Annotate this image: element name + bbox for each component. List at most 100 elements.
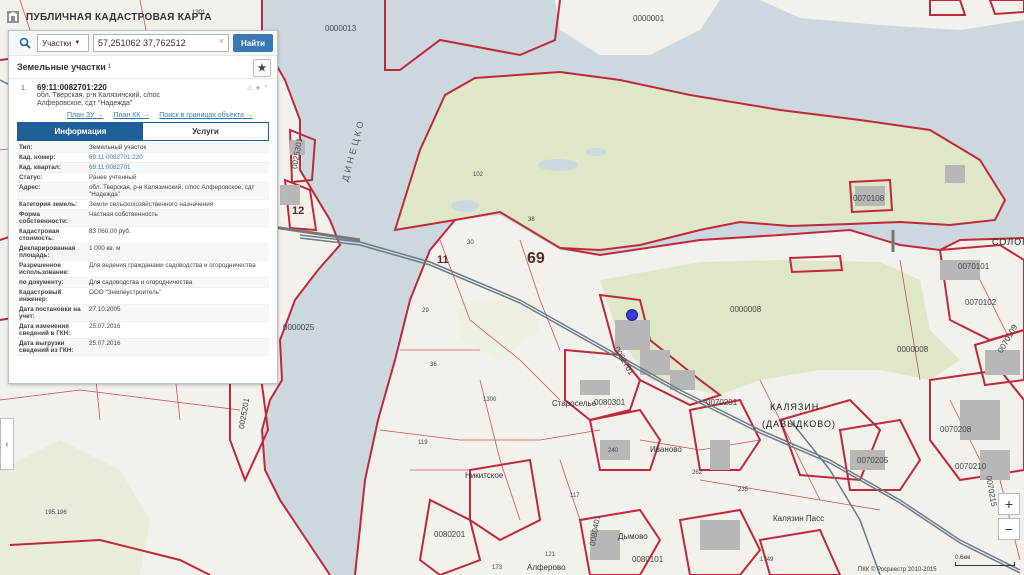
property-key: Адрес: xyxy=(17,182,87,200)
lot-number: 173 xyxy=(492,565,503,571)
map-label-dymovo: Дымово xyxy=(618,532,648,541)
property-row: по документу: Для садоводства и огороднич… xyxy=(17,277,269,288)
property-value: 1 000 кв. м xyxy=(87,243,269,261)
property-value: Частная собственность xyxy=(87,209,269,227)
section-header: Земельные участки 1 ★ xyxy=(9,56,277,79)
property-key: Тип: xyxy=(17,143,87,153)
property-value: 25.07.2016 xyxy=(87,321,269,339)
lot-number: 119 xyxy=(418,440,428,446)
lot-number: 117 xyxy=(570,493,580,499)
property-row: Статус: Ранее учтенный xyxy=(17,172,269,183)
zoom-in-button[interactable]: + xyxy=(998,493,1020,515)
parcel-label[interactable]: 0070205 xyxy=(857,456,888,465)
property-key: Декларированная площадь: xyxy=(17,243,87,261)
result-index: 1. xyxy=(21,85,27,92)
lot-number: 240 xyxy=(608,448,619,454)
property-key: Кад. номер: xyxy=(17,152,87,163)
result-address-line1: обл. Тверская, р-н Калязинский, с/пос xyxy=(37,92,161,99)
parcel-label[interactable]: 0080201 xyxy=(434,530,465,539)
property-key: Кадастровая стоимость: xyxy=(17,226,87,244)
property-value: 27.10.2005 xyxy=(87,304,269,322)
property-value: 83 060,00 руб. xyxy=(87,226,269,244)
property-row: Дата постановки на учет: 27.10.2005 xyxy=(17,304,269,322)
property-value[interactable]: 69:11:0082701:220 xyxy=(87,152,269,163)
property-value: Ранее учтенный xyxy=(87,172,269,183)
property-value: обл. Тверская, р-н Калязинский, с/пос Ал… xyxy=(87,182,269,200)
parcel-label[interactable]: 0000025 xyxy=(283,323,314,332)
clear-icon[interactable]: × xyxy=(219,36,224,46)
zoom-controls: + − xyxy=(998,493,1020,543)
property-key: Кад. квартал: xyxy=(17,162,87,173)
property-key: Дата постановки на учет: xyxy=(17,304,87,322)
property-key: Форма собственности: xyxy=(17,209,87,227)
panel-tabs: Информация Услуги xyxy=(17,122,269,141)
lot-number: 1300 xyxy=(483,397,497,403)
map-label-kalyazin-pass: Калязин Пасс xyxy=(773,514,825,523)
map-label-solono: СОЛОНО xyxy=(992,237,1024,247)
tab-info[interactable]: Информация xyxy=(18,123,143,140)
search-input[interactable]: 57,251062 37,762512 × xyxy=(93,34,230,52)
link-plan-zu[interactable]: План ЗУ → xyxy=(67,112,103,119)
link-search-within[interactable]: Поиск в границах объекта → xyxy=(159,112,253,119)
property-row: Адрес: обл. Тверская, р-н Калязинский, с/… xyxy=(17,182,269,200)
property-value: Для ведения гражданами садоводства и ого… xyxy=(87,260,269,278)
section-title: Земельные участки xyxy=(17,62,106,72)
lot-number: 102 xyxy=(473,172,484,178)
app-header: ПУБЛИЧНАЯ КАДАСТРОВАЯ КАРТА xyxy=(0,8,212,26)
find-button[interactable]: Найти xyxy=(233,34,273,52)
property-value[interactable]: 69:11:0082701 xyxy=(87,162,269,173)
search-bar: Участки ▼ 57,251062 37,762512 × Найти xyxy=(9,31,277,56)
parcel-label[interactable]: 0070208 xyxy=(940,425,971,434)
property-value: Для садоводства и огородничества xyxy=(87,277,269,288)
property-key: Дата выгрузки сведений из ГКН: xyxy=(17,338,87,356)
map-label-staroselye: Староселье xyxy=(552,399,597,408)
parcel-label[interactable]: 0070201 xyxy=(706,398,737,407)
properties-table: Тип: Земельный участок Кад. номер: 69:11:00… xyxy=(17,143,269,356)
property-row: Дата изменения сведений в ГКН: 25.07.2016 xyxy=(17,321,269,339)
lot-number: 262 xyxy=(692,470,703,476)
parcel-label[interactable]: 0070101 xyxy=(958,262,989,271)
app-title: ПУБЛИЧНАЯ КАДАСТРОВАЯ КАРТА xyxy=(26,11,212,23)
property-row: Кад. номер: 69:11:0082701:220 xyxy=(17,152,269,163)
link-plan-kk[interactable]: План КК → xyxy=(113,112,149,119)
parcel-label[interactable]: 0000013 xyxy=(325,24,356,33)
lot-number: 38 xyxy=(528,217,535,223)
parcel-label[interactable]: 0070102 xyxy=(965,298,996,307)
property-row: Тип: Земельный участок xyxy=(17,143,269,153)
property-row: Декларированная площадь: 1 000 кв. м xyxy=(17,243,269,261)
parcel-label[interactable]: 0000008 xyxy=(730,305,761,314)
property-key: Разрешенное использование: xyxy=(17,260,87,278)
property-key: Статус: xyxy=(17,172,87,183)
property-row: Кад. квартал: 69:11:0082701 xyxy=(17,162,269,173)
parcel-label[interactable]: 0080301 xyxy=(594,398,625,407)
location-marker[interactable] xyxy=(626,309,638,321)
property-key: по документу: xyxy=(17,277,87,288)
star-icon[interactable]: ★ xyxy=(253,59,271,77)
collapse-panel-button[interactable]: ‹ xyxy=(0,418,14,470)
result-item[interactable]: 1. 69:11:0082701:220 обл. Тверская, р-н … xyxy=(9,79,277,108)
search-icon[interactable] xyxy=(13,33,37,53)
lot-number: 29 xyxy=(422,308,429,314)
parcel-label[interactable]: 0000001 xyxy=(633,14,664,23)
parcel-label[interactable]: 0070210 xyxy=(955,462,986,471)
tab-services[interactable]: Услуги xyxy=(143,123,268,140)
section-count: 1 xyxy=(107,64,112,70)
scale-bar xyxy=(955,562,1015,566)
parcel-label[interactable]: 0070108 xyxy=(853,194,884,203)
scale-label: 0.6км xyxy=(955,555,971,561)
result-action-icons[interactable]: ⚠ ★ ⌃ xyxy=(247,84,269,92)
parcel-label[interactable]: 0000008 xyxy=(897,345,928,354)
map-label-davydkovo: (ДАВЫДКОВО) xyxy=(762,419,837,429)
map-label-kalyazin: КАЛЯЗИН xyxy=(770,402,820,412)
search-type-select[interactable]: Участки ▼ xyxy=(37,34,89,52)
property-row: Кадастровый инженер: ООО "Землеустроитель… xyxy=(17,287,269,305)
lot-number: 30 xyxy=(467,240,474,246)
map-label-region-11: 11 xyxy=(437,254,449,266)
parcel-label[interactable]: 0080101 xyxy=(632,555,663,564)
property-row: Кадастровая стоимость: 83 060,00 руб. xyxy=(17,226,269,244)
lot-number: 235 xyxy=(738,487,749,493)
result-cad-number[interactable]: 69:11:0082701:220 xyxy=(37,83,271,92)
zoom-out-button[interactable]: − xyxy=(998,518,1020,540)
property-key: Дата изменения сведений в ГКН: xyxy=(17,321,87,339)
property-row: Форма собственности: Частная собственност… xyxy=(17,209,269,227)
